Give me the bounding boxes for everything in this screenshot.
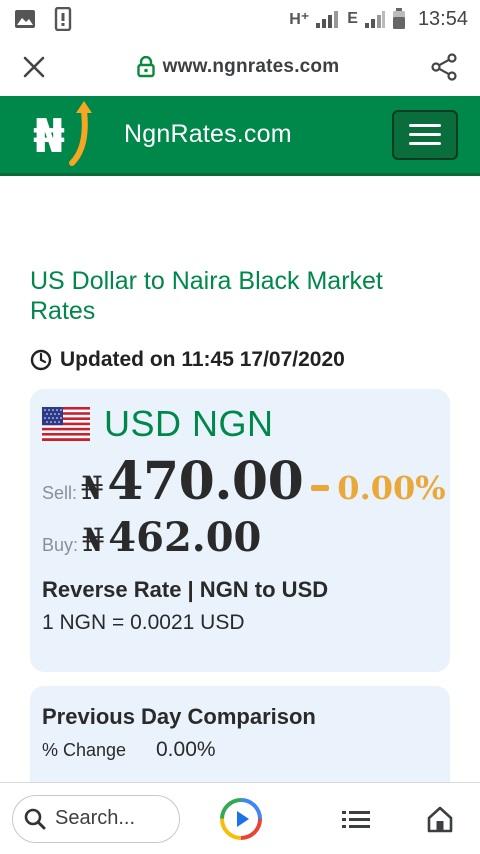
currency-pair: USD NGN [104,403,274,444]
clock-time: 13:54 [417,7,468,30]
network-type-2: E [347,10,358,27]
site-name[interactable]: NgnRates.com [124,120,292,149]
us-flag-icon [42,407,90,441]
sell-label: Sell: [42,483,78,503]
search-placeholder: Search... [55,807,136,829]
sell-value: 470.00 [107,451,304,512]
signal-icon [364,11,385,28]
sell-row: Sell: ₦ 470.00 0.00% [42,451,446,512]
url-text: www.ngnrates.com [162,56,340,77]
buy-label: Buy: [42,535,79,555]
sell-change-value: 0.00% [337,469,446,507]
main-content: US Dollar to Naira Black Market Rates Up… [30,266,450,372]
updated-timestamp: Updated on 11:45 17/07/2020 [30,348,450,372]
browser-toolbar: www.ngnrates.com [0,38,480,96]
browser-bottom-bar: Search... [0,782,480,854]
buy-currency-symbol: ₦ [82,521,105,559]
reverse-rate-title: Reverse Rate | NGN to USD [42,577,329,602]
page-title: US Dollar to Naira Black Market Rates [30,267,383,325]
hamburger-menu-button[interactable] [392,109,458,160]
no-change-dash-icon [311,485,330,491]
search-icon [24,808,46,829]
updated-text: Updated on 11:45 17/07/2020 [60,348,345,371]
naira-logo-icon[interactable]: ₦ [22,97,98,173]
sell-change: 0.00% [311,469,446,507]
previous-day-title: Previous Day Comparison [42,704,316,729]
gallery-icon [15,10,35,28]
search-input[interactable]: Search... [12,794,180,843]
network-type-1: H⁺ [289,11,310,28]
home-icon[interactable] [426,805,454,833]
buy-value: 462.00 [108,514,262,561]
hamburger-menu-icon [409,124,441,127]
lock-icon [136,56,155,78]
buy-row: Buy: ₦ 462.00 [42,514,438,561]
sim-icon [54,7,72,31]
site-header: ₦ NgnRates.com [0,96,480,176]
percent-change-label: % Change [42,739,127,760]
signal-icon [316,11,339,28]
close-icon[interactable] [22,55,46,79]
naira-logo-symbol: ₦ [33,109,65,163]
reverse-rate-value: 1 NGN = 0.0021 USD [42,611,245,634]
clock-icon [30,349,52,371]
status-bar: H⁺ E 13:54 [0,0,480,38]
sell-currency-symbol: ₦ [81,469,104,507]
battery-icon [392,8,405,29]
list-icon[interactable] [342,808,370,830]
address-bar[interactable]: www.ngnrates.com [46,56,430,78]
percent-change-value: 0.00% [156,738,216,761]
rate-card: USD NGN Sell: ₦ 470.00 0.00% Buy: ₦ 462.… [30,389,450,672]
assistant-icon[interactable] [218,796,264,842]
share-icon[interactable] [430,53,458,81]
